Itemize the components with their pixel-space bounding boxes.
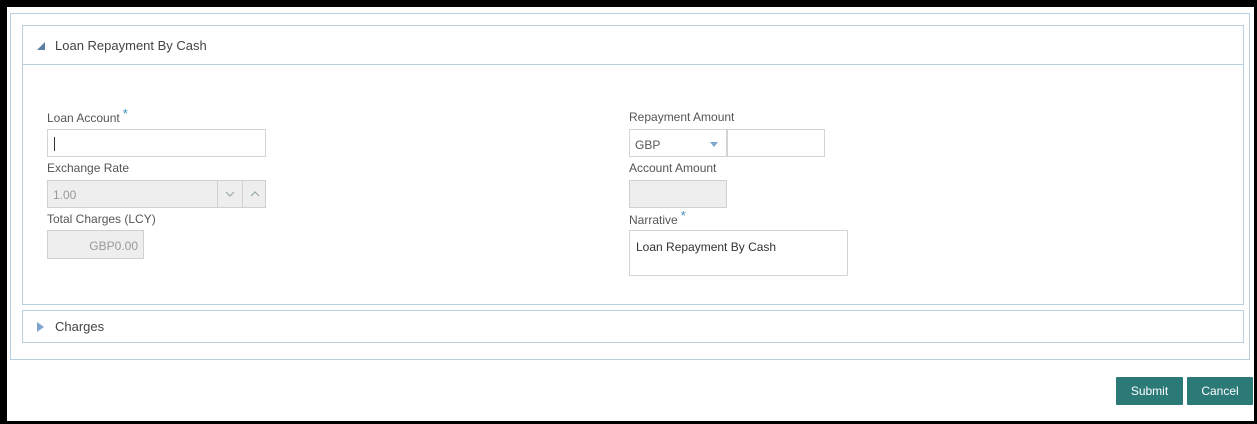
account-amount-label: Account Amount <box>629 161 717 175</box>
text-cursor <box>54 137 55 151</box>
total-charges-field: GBP0.00 <box>47 230 144 259</box>
loan-repayment-section-header[interactable]: Loan Repayment By Cash <box>23 26 1243 65</box>
form-panel: Loan Repayment By Cash Loan Account * Exc… <box>10 13 1250 360</box>
page: Loan Repayment By Cash Loan Account * Exc… <box>7 7 1254 421</box>
narrative-label: Narrative * <box>629 208 686 227</box>
repayment-amount-label: Repayment Amount <box>629 110 735 124</box>
exchange-rate-field: 1.00 <box>47 180 266 208</box>
exchange-rate-label: Exchange Rate <box>47 161 130 175</box>
charges-section-header[interactable]: Charges <box>23 311 1243 342</box>
currency-select[interactable]: GBP <box>629 129 727 157</box>
section-title: Loan Repayment By Cash <box>55 37 207 53</box>
charges-section: Charges <box>22 310 1244 343</box>
loan-account-label-text: Loan Account <box>47 111 120 125</box>
account-amount-field <box>629 180 727 208</box>
chevron-up-icon[interactable] <box>242 181 266 207</box>
cancel-button[interactable]: Cancel <box>1187 377 1253 405</box>
chevron-down-icon[interactable] <box>217 181 241 207</box>
triangle-right-icon[interactable] <box>37 321 44 332</box>
loan-account-label: Loan Account * <box>47 106 128 125</box>
currency-value: GBP <box>635 138 661 152</box>
dropdown-arrow-icon[interactable] <box>710 142 718 147</box>
section-title: Charges <box>55 319 105 334</box>
narrative-textarea[interactable]: Loan Repayment By Cash <box>629 230 848 276</box>
loan-account-input[interactable] <box>47 129 266 157</box>
total-charges-value: GBP0.00 <box>89 239 138 253</box>
loan-repayment-section: Loan Repayment By Cash Loan Account * Exc… <box>22 25 1244 305</box>
narrative-label-text: Narrative <box>629 213 678 227</box>
required-marker: * <box>680 208 686 223</box>
total-charges-label: Total Charges (LCY) <box>47 212 156 226</box>
submit-button[interactable]: Submit <box>1116 377 1183 405</box>
exchange-rate-value: 1.00 <box>53 188 77 202</box>
required-marker: * <box>122 106 128 121</box>
narrative-value: Loan Repayment By Cash <box>636 240 777 254</box>
triangle-down-icon[interactable] <box>37 42 45 50</box>
repayment-amount-input[interactable] <box>727 129 825 157</box>
